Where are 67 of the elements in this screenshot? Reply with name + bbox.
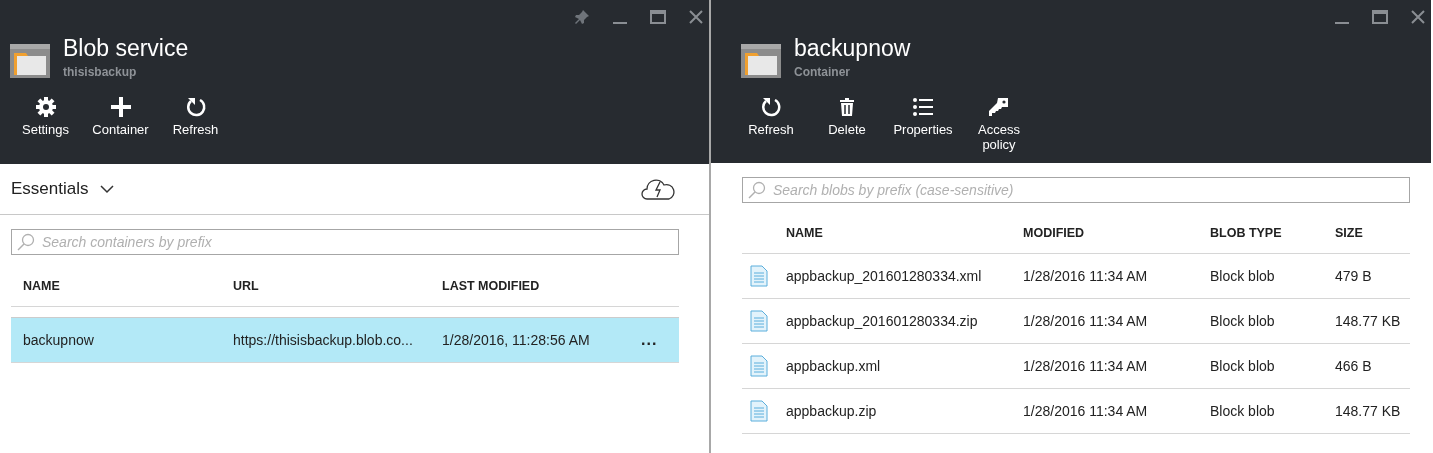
toolbar-button[interactable]: Settings (8, 96, 83, 137)
toolbar-button[interactable]: Container (83, 96, 158, 137)
more-button[interactable]: ... (629, 331, 679, 349)
table-cell-text: Block blob (1210, 358, 1276, 374)
toolbar-button[interactable]: Refresh (733, 96, 809, 152)
document-icon (750, 355, 768, 377)
table-cell-text: 1/28/2016, 11:28:56 AM (441, 332, 591, 348)
refresh-icon (760, 96, 782, 118)
key-icon (988, 96, 1010, 118)
close-icon[interactable] (687, 8, 705, 26)
table-cell-text: appbackup_201601280334.zip (786, 313, 979, 329)
search-icon (17, 233, 35, 251)
table-cell-text: appbackup.xml (786, 358, 882, 374)
toolbar-button[interactable]: Delete (809, 96, 885, 152)
maximize-icon[interactable] (1371, 8, 1389, 26)
blade-title: Blob service (63, 34, 189, 62)
column-header: NAME (786, 226, 824, 240)
document-icon (750, 310, 768, 332)
table-cell-text: Block blob (1210, 403, 1276, 419)
close-icon[interactable] (1409, 8, 1427, 26)
table-cell-text: appbackup.zip (786, 403, 878, 419)
list-icon (912, 96, 934, 118)
pin-icon[interactable] (573, 8, 591, 26)
refresh-icon (184, 96, 207, 118)
folder-icon (741, 44, 781, 78)
folder-icon (10, 44, 50, 78)
table-cell-text: 148.77 KB (1335, 403, 1402, 419)
toolbar-button[interactable]: Properties (885, 96, 961, 152)
column-header: BLOB TYPE (1210, 226, 1283, 240)
chevron-icon (100, 184, 115, 194)
plus-icon (109, 96, 132, 118)
document-icon (750, 265, 768, 287)
table-cell-text: 479 B (1335, 268, 1373, 284)
essentials-toggle[interactable]: Essentials (11, 179, 115, 199)
column-header: MODIFIED (1023, 226, 1086, 240)
toolbar-button[interactable]: Refresh (158, 96, 233, 137)
table-cell-text: https://thisisbackup.blob.co... (232, 332, 414, 348)
table-row[interactable]: appbackup_201601280334.zip 1/28/2016 11:34 AM Block blob 148.77 KB (742, 299, 1410, 344)
column-header: SIZE (1335, 226, 1364, 240)
table-row[interactable]: appbackup_201601280334.xml 1/28/2016 11:34 AM Block blob 479 B (742, 254, 1410, 299)
column-header: NAME (22, 278, 61, 293)
blade-subtitle: Container (794, 65, 850, 79)
settings-icon (34, 96, 57, 118)
blade-subtitle: thisisbackup (63, 65, 137, 79)
table-cell-text: 1/28/2016 11:34 AM (1023, 403, 1149, 419)
table-cell-text: Block blob (1210, 313, 1276, 329)
column-header: URL (232, 278, 260, 293)
search-icon (748, 181, 766, 199)
table-row[interactable]: backupnow https://thisisbackup.blob.co... 1/28/2016, 11:28:56 AM ... (11, 317, 679, 363)
table-cell-text: 1/28/2016 11:34 AM (1023, 358, 1149, 374)
table-cell-text: Block blob (1210, 268, 1276, 284)
column-header: LAST MODIFIED (441, 278, 541, 293)
document-icon (750, 400, 768, 422)
table-cell-text: 466 B (1335, 358, 1373, 374)
table-cell-text: 148.77 KB (1335, 313, 1402, 329)
maximize-icon[interactable] (649, 8, 667, 26)
search-field[interactable]: Search containers by prefix (11, 229, 679, 255)
table-cell-text: backupnow (22, 332, 95, 348)
search-field[interactable]: Search blobs by prefix (case-sensitive) (742, 177, 1410, 203)
blade-title: backupnow (794, 34, 911, 62)
table-row[interactable]: appbackup.zip 1/28/2016 11:34 AM Block blob 148.77 KB (742, 389, 1410, 434)
toolbar-button[interactable]: Access policy (961, 96, 1037, 152)
table-cell-text: appbackup_201601280334.xml (786, 268, 983, 284)
table-cell-text: 1/28/2016 11:34 AM (1023, 313, 1149, 329)
table-row[interactable]: appbackup.xml 1/28/2016 11:34 AM Block blob 466 B (742, 344, 1410, 389)
cloud-lightning-icon[interactable] (641, 178, 675, 200)
table-cell-text: 1/28/2016 11:34 AM (1023, 268, 1149, 284)
